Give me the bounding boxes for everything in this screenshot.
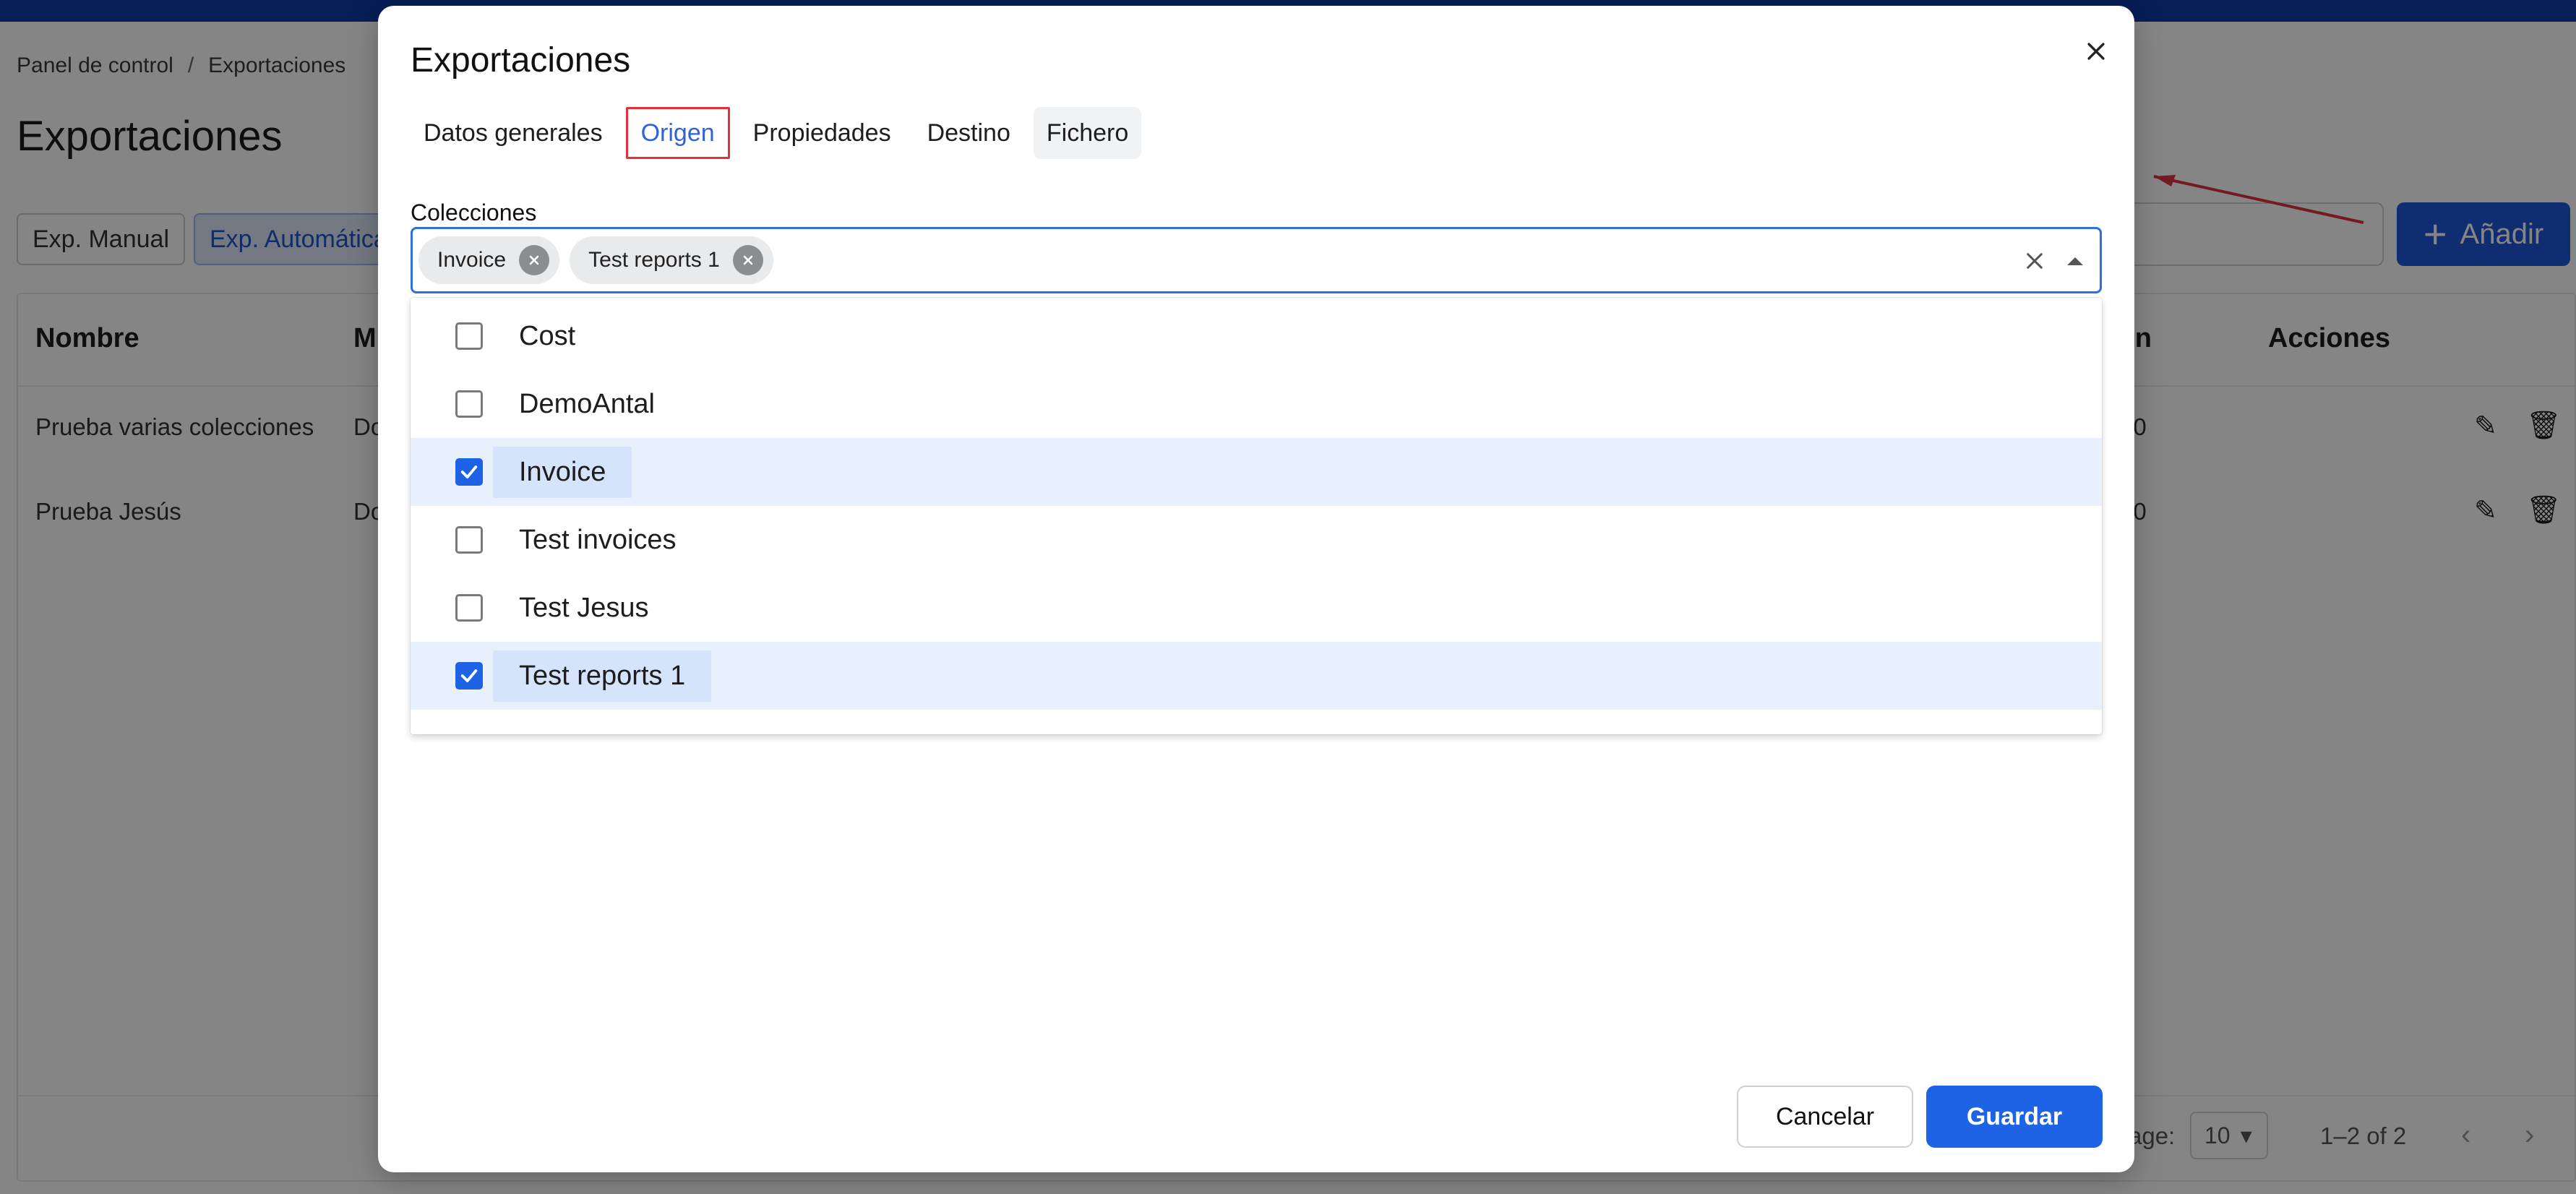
close-button[interactable] bbox=[2071, 26, 2121, 77]
option-item[interactable]: Invoice bbox=[411, 438, 2102, 506]
option-label: Test invoices bbox=[519, 524, 677, 555]
chip-label: Invoice bbox=[437, 248, 507, 272]
option-label: Cost bbox=[519, 320, 576, 351]
chip-label: Test reports 1 bbox=[588, 248, 720, 272]
chip-remove-icon[interactable] bbox=[732, 245, 763, 275]
dialog-title: Exportaciones bbox=[411, 41, 631, 80]
option-item[interactable]: DemoAntal bbox=[411, 370, 2102, 438]
selected-chip: Invoice bbox=[418, 236, 560, 284]
tab-file[interactable]: Fichero bbox=[1033, 107, 1142, 159]
checkbox[interactable] bbox=[455, 322, 483, 350]
chip-remove-icon[interactable] bbox=[519, 245, 550, 275]
collections-multiselect[interactable]: Invoice Test reports 1 bbox=[411, 227, 2102, 293]
checkbox-checked[interactable] bbox=[455, 662, 483, 690]
close-icon bbox=[2087, 43, 2105, 60]
checkmark-icon bbox=[460, 669, 478, 682]
caret-up-icon[interactable] bbox=[2061, 241, 2090, 281]
checkbox[interactable] bbox=[455, 390, 483, 418]
checkbox[interactable] bbox=[455, 594, 483, 622]
tab-general-data[interactable]: Datos generales bbox=[411, 107, 616, 159]
checkbox[interactable] bbox=[455, 526, 483, 554]
tab-origin[interactable]: Origen bbox=[625, 107, 730, 159]
option-item[interactable]: Cost bbox=[411, 302, 2102, 370]
collections-options-list: Cost DemoAntal Invoice Test invoices Tes… bbox=[411, 298, 2102, 734]
option-item[interactable]: Test Jesus bbox=[411, 574, 2102, 642]
selected-chip: Test reports 1 bbox=[570, 236, 773, 284]
option-item[interactable]: Test invoices bbox=[411, 506, 2102, 574]
tab-properties[interactable]: Propiedades bbox=[740, 107, 904, 159]
tab-destination[interactable]: Destino bbox=[914, 107, 1023, 159]
option-item[interactable]: Test reports 1 bbox=[411, 642, 2102, 710]
option-label: Test reports 1 bbox=[493, 650, 712, 702]
cancel-button[interactable]: Cancelar bbox=[1737, 1086, 1913, 1148]
exports-dialog: Exportaciones Datos generales Origen Pro… bbox=[378, 6, 2134, 1172]
dialog-tabs: Datos generales Origen Propiedades Desti… bbox=[411, 107, 1142, 159]
checkmark-icon bbox=[460, 465, 478, 478]
save-button[interactable]: Guardar bbox=[1926, 1086, 2103, 1148]
option-label: Test Jesus bbox=[519, 592, 649, 623]
clear-selection-icon[interactable] bbox=[2014, 241, 2055, 281]
collections-label: Colecciones bbox=[411, 199, 537, 226]
checkbox-checked[interactable] bbox=[455, 458, 483, 486]
option-label: Invoice bbox=[493, 446, 632, 498]
option-label: DemoAntal bbox=[519, 388, 655, 419]
